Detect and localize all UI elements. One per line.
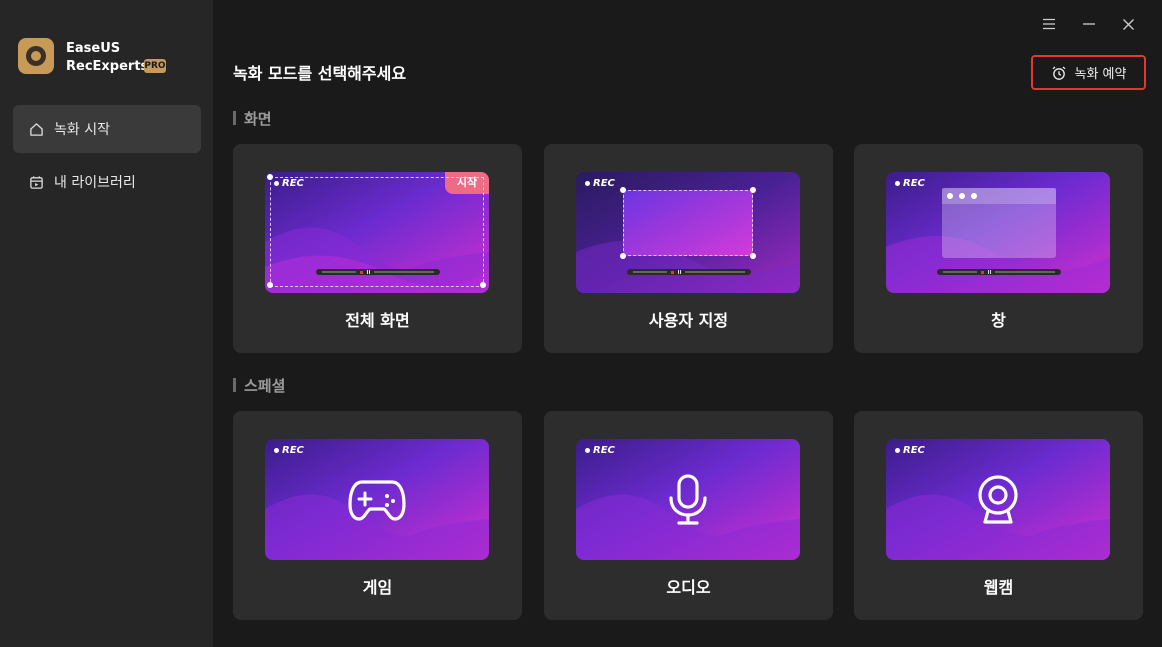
selection-handle — [620, 187, 626, 193]
card-label: 게임 — [362, 578, 393, 597]
card-game[interactable]: REC 게임 — [233, 411, 522, 620]
card-audio[interactable]: REC 오디오 — [544, 411, 833, 620]
library-icon — [28, 174, 44, 190]
record-control-bar — [316, 269, 440, 275]
app-logo — [18, 38, 54, 74]
webcam-icon — [886, 439, 1110, 560]
sidebar-item-label: 내 라이브러리 — [54, 175, 136, 191]
selection-handle — [480, 282, 486, 288]
gamepad-icon — [265, 439, 489, 560]
card-window[interactable]: REC 창 — [854, 144, 1143, 353]
rec-label: REC — [585, 178, 615, 189]
brand-line1: EaseUS — [66, 41, 121, 56]
home-icon — [28, 121, 44, 137]
preview-webcam: REC — [886, 439, 1110, 560]
microphone-icon — [576, 439, 800, 560]
preview-game: REC — [265, 439, 489, 560]
sidebar-item-library[interactable]: 내 라이브러리 — [13, 158, 201, 206]
page-title: 녹화 모드를 선택해주세요 — [233, 64, 407, 83]
card-full-screen[interactable]: REC 시작 전체 화면 — [233, 144, 522, 353]
selection-handle — [620, 253, 626, 259]
selection-handle — [750, 253, 756, 259]
app-window: EaseUS RecExperts PRO 녹화 시작 내 라이브러리 녹화 모… — [0, 0, 1162, 647]
record-control-bar — [937, 269, 1061, 275]
preview-custom-region: REC — [576, 172, 800, 293]
sidebar: EaseUS RecExperts PRO 녹화 시작 내 라이브러리 — [0, 0, 213, 647]
card-label: 오디오 — [666, 578, 711, 597]
close-icon[interactable] — [1118, 14, 1138, 34]
brand-name: EaseUS RecExperts — [66, 40, 148, 76]
selection-handle — [267, 174, 273, 180]
menu-icon[interactable] — [1039, 14, 1059, 34]
card-webcam[interactable]: REC 웹캠 — [854, 411, 1143, 620]
preview-audio: REC — [576, 439, 800, 560]
sidebar-item-start-recording[interactable]: 녹화 시작 — [13, 105, 201, 153]
schedule-label: 녹화 예약 — [1074, 67, 1127, 82]
preview-window: REC — [886, 172, 1110, 293]
rec-label: REC — [895, 178, 925, 189]
alarm-clock-icon — [1051, 65, 1067, 81]
selection-frame — [623, 190, 753, 256]
section-title-screen: 화면 — [233, 108, 272, 129]
card-custom-region[interactable]: REC 사용자 지정 — [544, 144, 833, 353]
schedule-recording-button[interactable]: 녹화 예약 — [1031, 55, 1146, 90]
card-label: 창 — [991, 311, 1006, 330]
minimize-icon[interactable] — [1079, 14, 1099, 34]
preview-full-screen: REC 시작 — [265, 172, 489, 293]
sidebar-item-label: 녹화 시작 — [54, 122, 110, 138]
record-control-bar — [627, 269, 751, 275]
brand-line2: RecExperts — [66, 59, 149, 74]
pro-badge: PRO — [144, 59, 166, 73]
section-title-special: 스페셜 — [233, 375, 285, 396]
selection-handle — [750, 187, 756, 193]
selection-handle — [267, 282, 273, 288]
card-label: 전체 화면 — [345, 311, 410, 330]
card-label: 웹캠 — [983, 578, 1014, 597]
window-mockup — [942, 188, 1056, 258]
card-label: 사용자 지정 — [648, 311, 729, 330]
